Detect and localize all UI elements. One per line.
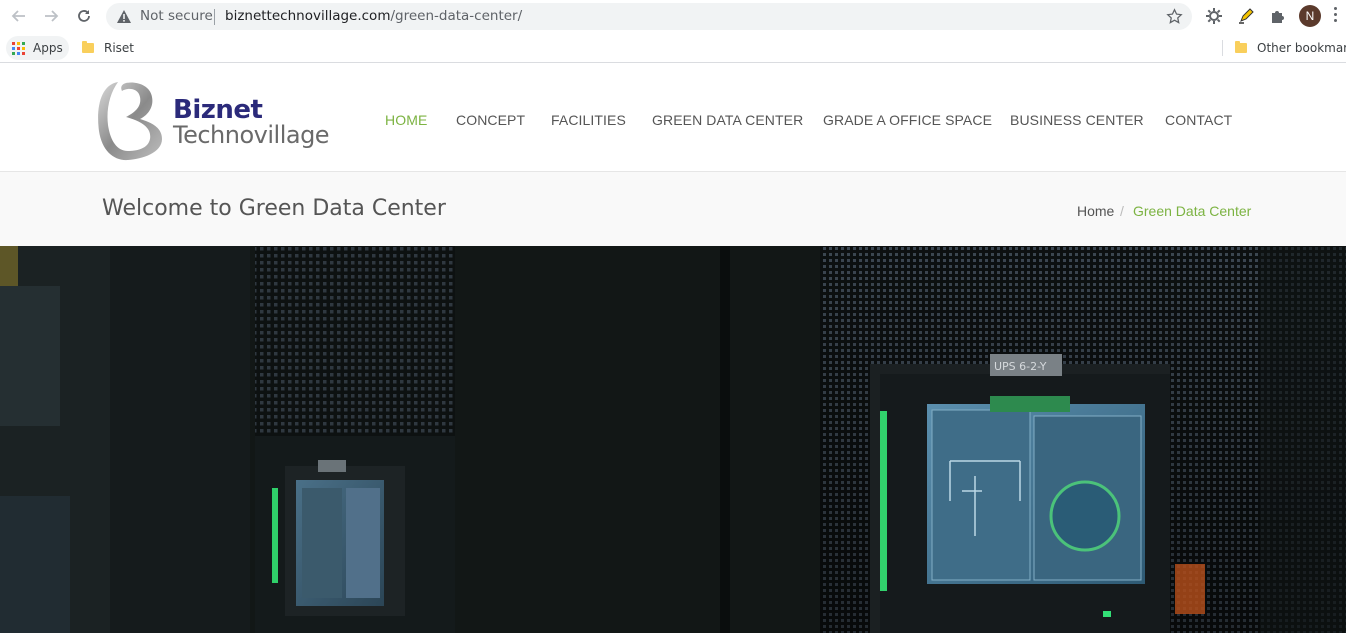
reload-icon[interactable] [73, 5, 95, 27]
warning-icon [116, 9, 132, 29]
data-center-photo: UPS 6-2-Y [0, 246, 1346, 633]
nav-concept[interactable]: CONCEPT [456, 112, 525, 128]
folder-icon [82, 41, 94, 53]
nav-green-data-center[interactable]: GREEN DATA CENTER [652, 112, 803, 128]
url-text[interactable]: biznettechnovillage.com/green-data-cente… [225, 8, 522, 24]
nav-business-center[interactable]: BUSINESS CENTER [1010, 112, 1144, 128]
browser-toolbar: Not secure biznettechnovillage.com/green… [0, 0, 1346, 33]
highlighter-icon[interactable] [1235, 5, 1257, 27]
back-arrow-icon[interactable] [8, 5, 30, 27]
omnibox-divider [214, 9, 215, 25]
bookmark-label: Riset [104, 41, 135, 55]
folder-icon [1235, 41, 1247, 53]
site-header: Biznet Technovillage HOME CONCEPT FACILI… [0, 67, 1346, 172]
bookmarks-divider [1222, 40, 1223, 56]
url-host: biznettechnovillage.com [225, 8, 391, 24]
other-bookmarks-label: Other bookmarks [1257, 41, 1346, 55]
biznet-b-logo-icon [98, 82, 162, 161]
apps-label: Apps [33, 41, 63, 55]
site-logo[interactable]: Biznet Technovillage [96, 79, 336, 163]
breadcrumb-current: Green Data Center [1133, 203, 1252, 219]
star-icon[interactable] [1166, 8, 1183, 30]
profile-avatar[interactable]: N [1299, 5, 1321, 27]
forward-arrow-icon[interactable] [40, 5, 62, 27]
breadcrumb-separator: / [1120, 203, 1124, 219]
address-bar[interactable]: Not secure biznettechnovillage.com/green… [106, 3, 1192, 30]
bookmark-apps[interactable]: Apps [6, 36, 69, 60]
extension-gear-icon[interactable] [1203, 5, 1225, 27]
nav-home[interactable]: HOME [385, 112, 427, 128]
menu-dots-icon[interactable] [1334, 7, 1338, 25]
nav-contact[interactable]: CONTACT [1165, 112, 1232, 128]
logo-subtitle: Technovillage [173, 121, 330, 149]
url-path: /green-data-center/ [390, 8, 523, 24]
page-title: Welcome to Green Data Center [102, 196, 446, 221]
puzzle-icon[interactable] [1267, 5, 1289, 27]
nav-grade-a-office-space[interactable]: GRADE A OFFICE SPACE [823, 112, 992, 128]
page-title-bar: Welcome to Green Data Center Home / Gree… [0, 172, 1346, 246]
security-label[interactable]: Not secure [140, 8, 213, 24]
ups-label: UPS 6-2-Y [994, 360, 1047, 373]
bookmarks-bar: Apps Riset Other bookmarks [0, 33, 1346, 63]
hero-image: UPS 6-2-Y [0, 246, 1346, 633]
bookmark-riset[interactable]: Riset [82, 36, 134, 60]
bookmark-other[interactable]: Other bookmarks [1235, 36, 1346, 60]
nav-facilities[interactable]: FACILITIES [551, 112, 626, 128]
breadcrumb-home[interactable]: Home [1077, 203, 1114, 219]
apps-grid-icon [12, 41, 25, 55]
